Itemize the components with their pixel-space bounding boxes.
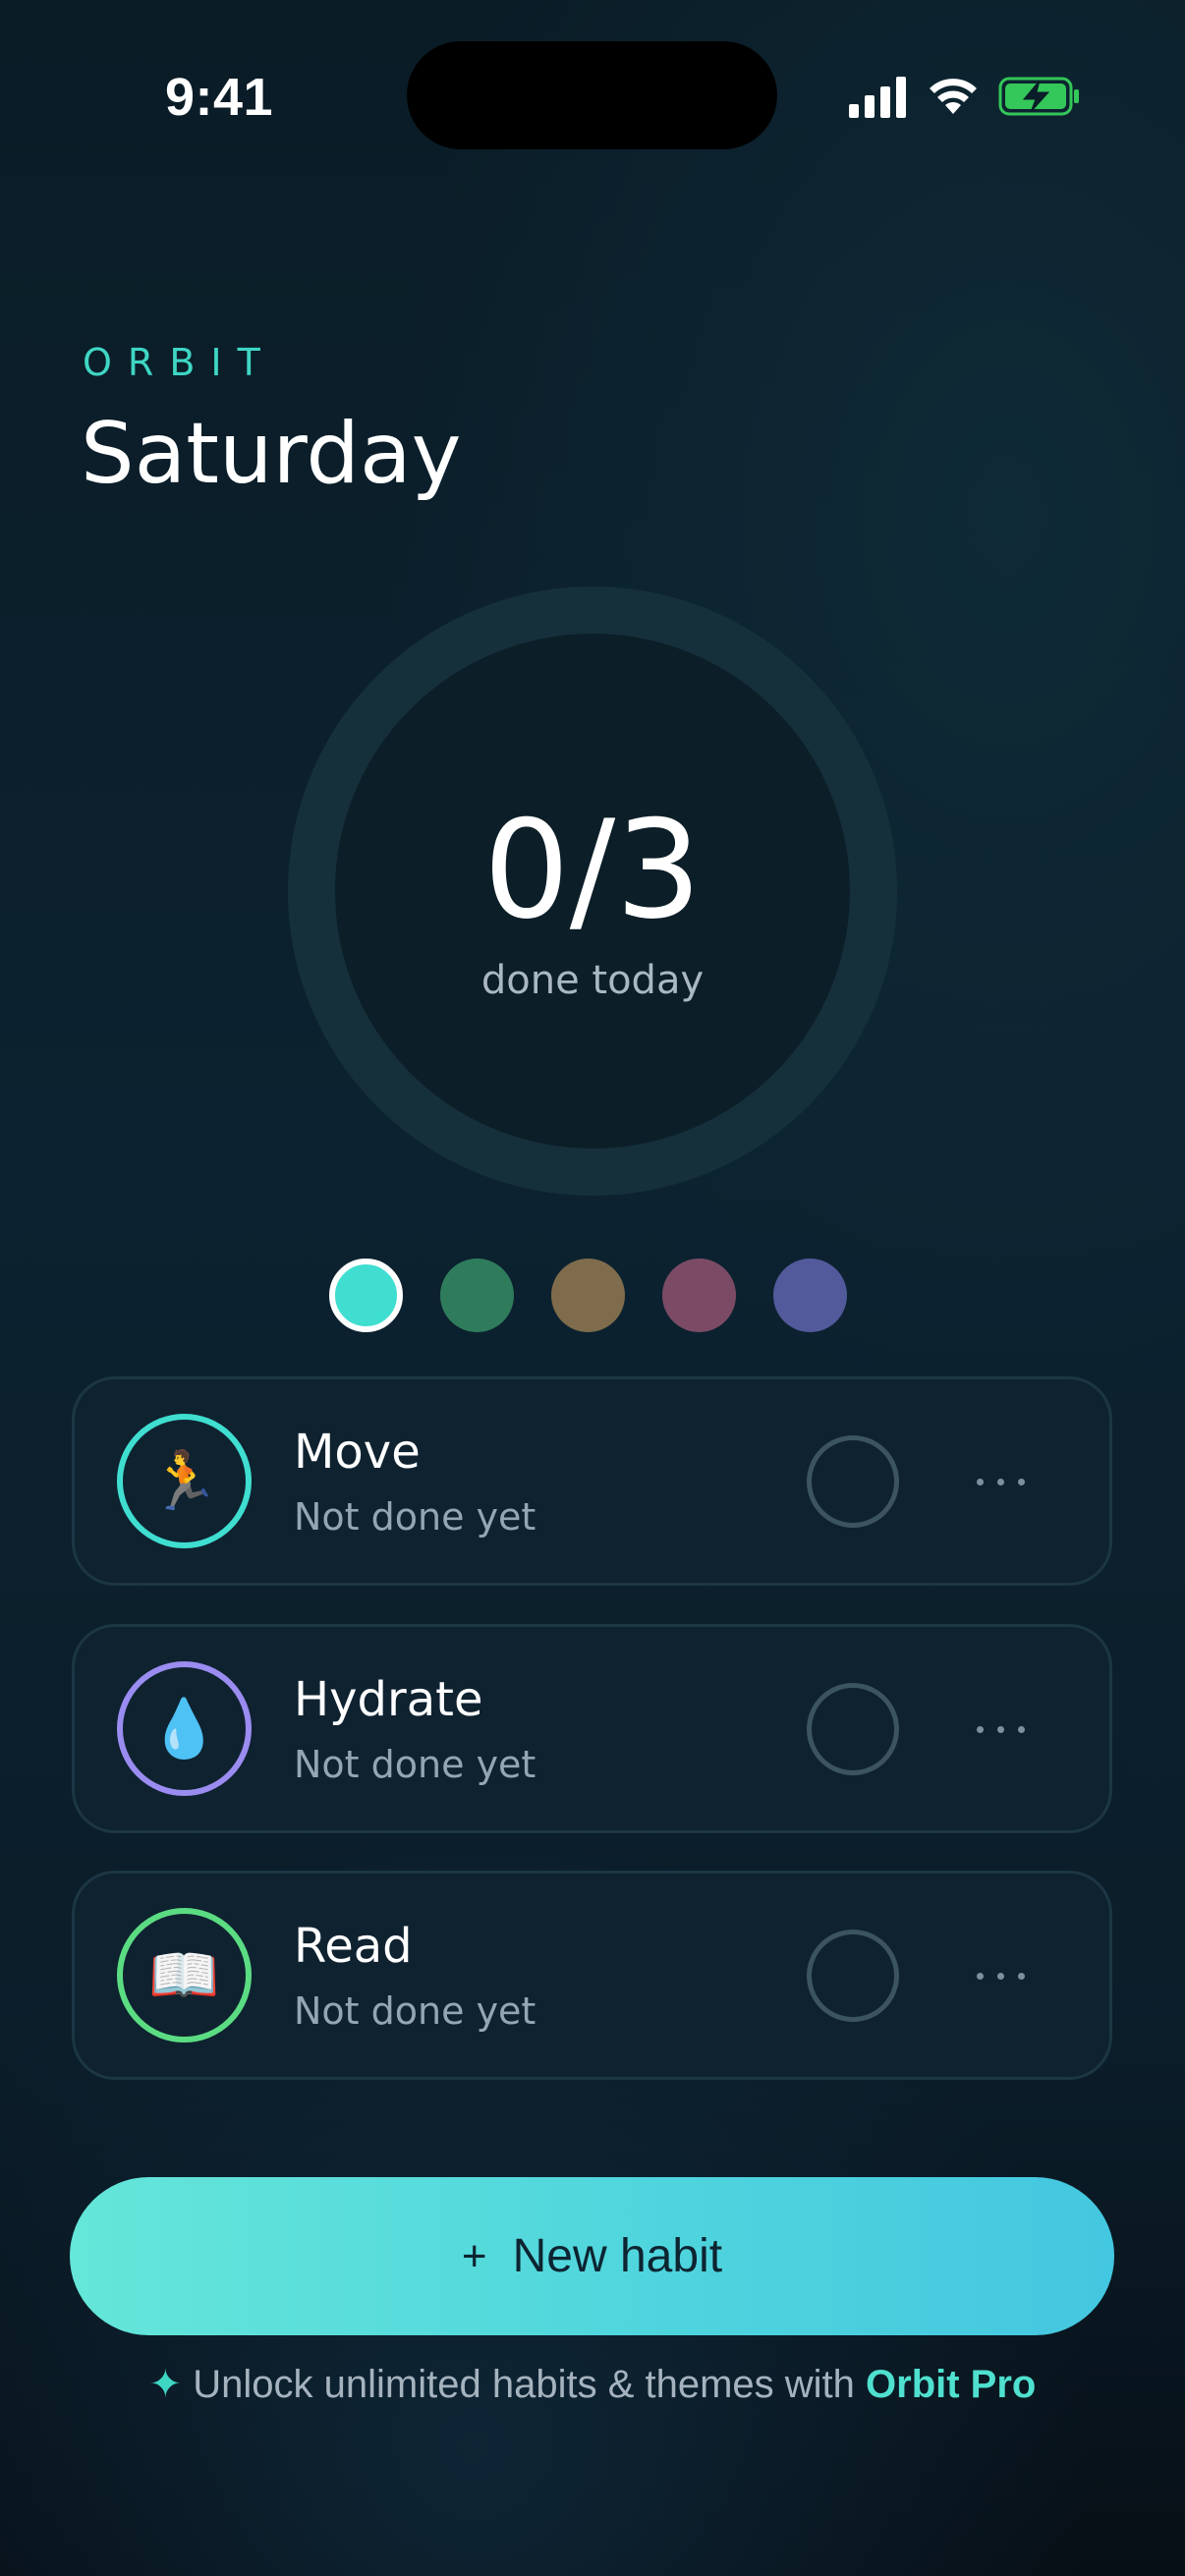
new-habit-button[interactable]: + New habit xyxy=(70,2177,1114,2335)
theme-color-swatch[interactable] xyxy=(773,1259,847,1332)
more-options-icon[interactable] xyxy=(977,1462,1075,1501)
habit-icon-ring: 💧 xyxy=(117,1661,252,1796)
habit-status: Not done yet xyxy=(294,1743,536,1786)
habit-complete-toggle[interactable] xyxy=(807,1435,899,1528)
habit-icon-ring: 📖 xyxy=(117,1908,252,2043)
habit-name: Move xyxy=(294,1425,421,1480)
sparkle-icon: ✦ xyxy=(148,2363,183,2406)
book-icon: 📖 xyxy=(148,1941,220,2008)
dynamic-island xyxy=(407,41,777,149)
signal-icon xyxy=(849,77,906,118)
wifi-icon xyxy=(930,79,977,114)
more-options-icon[interactable] xyxy=(977,1956,1075,1995)
habit-icon-ring: 🏃 xyxy=(117,1414,252,1548)
page-title: Saturday xyxy=(81,405,462,503)
habit-status: Not done yet xyxy=(294,1495,536,1539)
promo-text: Unlock unlimited habits & themes with xyxy=(193,2363,867,2406)
habit-name: Hydrate xyxy=(294,1672,483,1727)
app-brand: ORBIT xyxy=(83,341,276,384)
plus-icon: + xyxy=(461,2231,487,2280)
habit-card[interactable]: 📖 Read Not done yet xyxy=(72,1871,1112,2080)
more-options-icon[interactable] xyxy=(977,1709,1075,1749)
progress-label: done today xyxy=(480,958,705,1003)
progress-count: 0/3 xyxy=(482,791,703,949)
promo-banner[interactable]: ✦ Unlock unlimited habits & themes with … xyxy=(0,2362,1185,2407)
runner-icon: 🏃 xyxy=(148,1447,220,1514)
habit-card[interactable]: 🏃 Move Not done yet xyxy=(72,1376,1112,1586)
habit-card[interactable]: 💧 Hydrate Not done yet xyxy=(72,1624,1112,1833)
theme-color-swatch[interactable] xyxy=(440,1259,514,1332)
battery-charging-icon xyxy=(998,77,1079,116)
habit-name: Read xyxy=(294,1919,413,1974)
habit-complete-toggle[interactable] xyxy=(807,1683,899,1775)
habit-complete-toggle[interactable] xyxy=(807,1930,899,2022)
orbit-pro-link[interactable]: Orbit Pro xyxy=(866,2363,1036,2406)
status-time: 9:41 xyxy=(165,68,274,127)
habit-status: Not done yet xyxy=(294,1989,536,2033)
theme-color-swatch[interactable] xyxy=(662,1259,736,1332)
new-habit-label: New habit xyxy=(512,2230,723,2282)
droplet-icon: 💧 xyxy=(148,1695,220,1762)
theme-color-swatch[interactable] xyxy=(551,1259,625,1332)
theme-color-swatch[interactable] xyxy=(329,1259,403,1332)
